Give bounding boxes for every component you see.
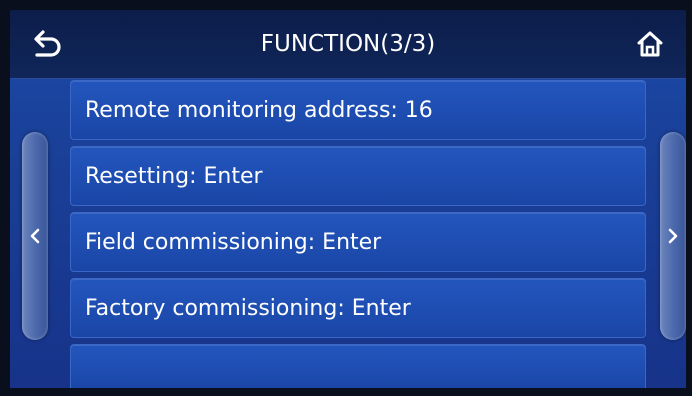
chevron-left-icon [30, 228, 40, 244]
home-icon [637, 31, 663, 57]
resetting-item[interactable]: Resetting: Enter [70, 146, 646, 206]
field-commissioning-item[interactable]: Field commissioning: Enter [70, 212, 646, 272]
list-item-label: Remote monitoring address: 16 [85, 97, 433, 123]
function-screen: FUNCTION(3/3) Remote monitoring address:… [10, 10, 686, 388]
next-page-button[interactable] [660, 132, 686, 340]
header-bar: FUNCTION(3/3) [10, 10, 686, 79]
list-item-label: Factory commissioning: Enter [85, 295, 411, 321]
home-button[interactable] [628, 24, 672, 64]
factory-commissioning-item[interactable]: Factory commissioning: Enter [70, 278, 646, 338]
back-button[interactable] [24, 24, 68, 64]
page-title: FUNCTION(3/3) [260, 31, 436, 57]
back-arrow-icon [34, 30, 61, 57]
function-list: Remote monitoring address: 16 Resetting:… [70, 80, 646, 388]
list-item-label: Field commissioning: Enter [85, 229, 382, 255]
empty-list-item [70, 344, 646, 388]
prev-page-button[interactable] [22, 132, 48, 340]
chevron-right-icon [668, 228, 678, 244]
list-item-label: Resetting: Enter [85, 163, 263, 189]
remote-monitoring-address-item[interactable]: Remote monitoring address: 16 [70, 80, 646, 140]
